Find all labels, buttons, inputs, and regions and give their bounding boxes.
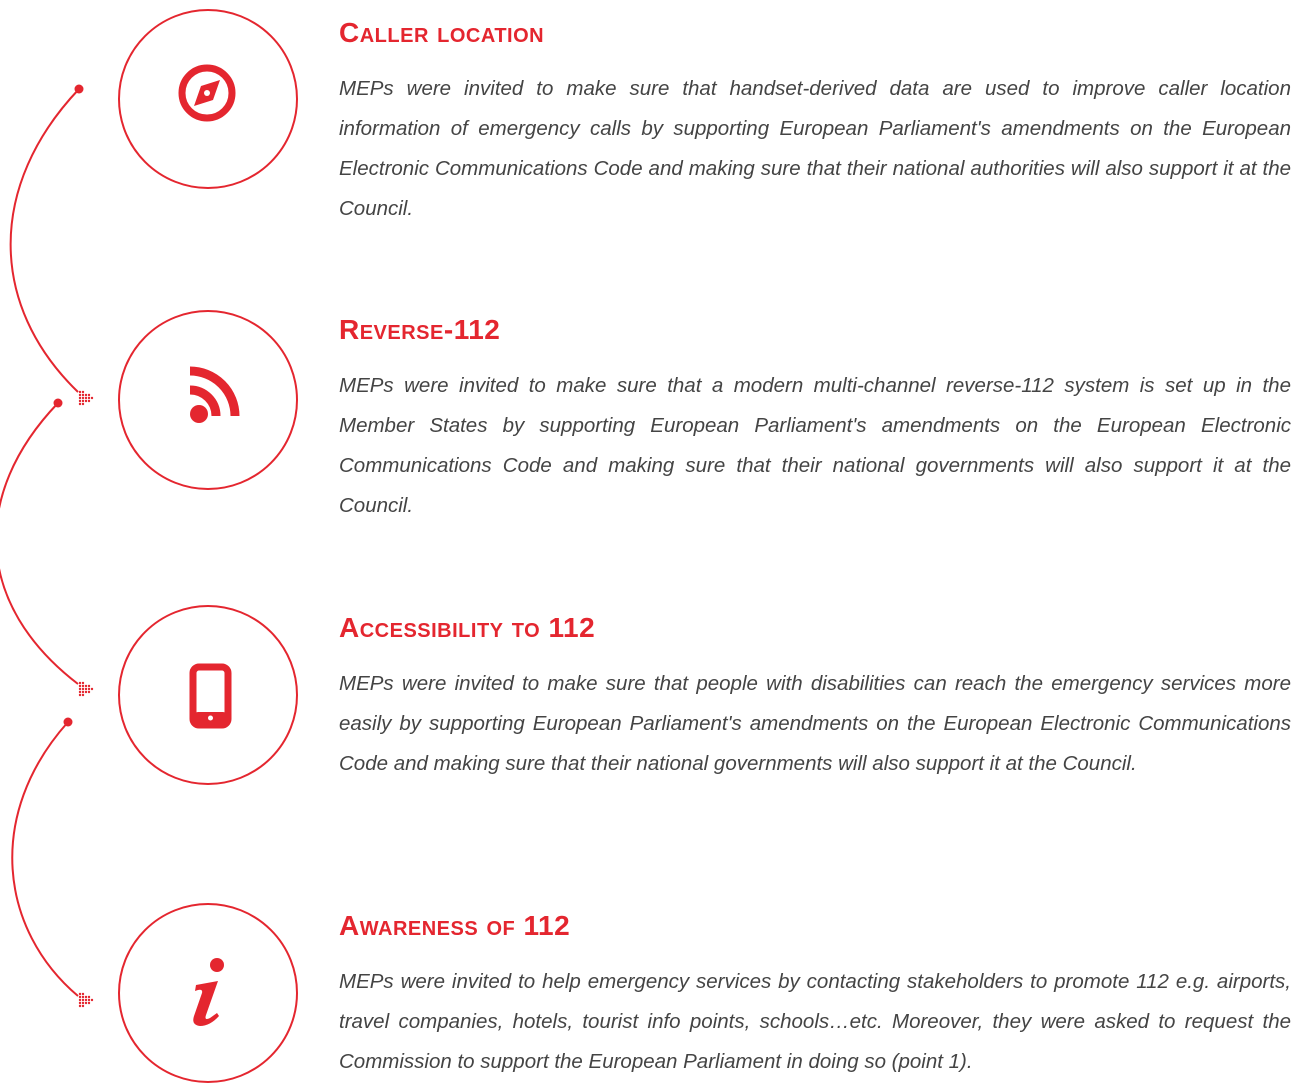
section-title: Caller location bbox=[339, 17, 545, 48]
section-description: MEPs were invited to help emergency serv… bbox=[339, 970, 1291, 1073]
section-title: Accessibility to 112 bbox=[339, 612, 596, 643]
connector-start-dot-1 bbox=[74, 84, 84, 94]
section-title: Reverse-112 bbox=[339, 314, 501, 345]
connector-curve-1 bbox=[9, 88, 80, 393]
compass-icon-circle bbox=[118, 9, 298, 189]
connector-start-dot-2 bbox=[53, 398, 63, 408]
compass-icon bbox=[178, 64, 236, 122]
info-icon-circle bbox=[118, 903, 298, 1083]
section-description: MEPs were invited to make sure that hand… bbox=[339, 77, 1291, 220]
connector-curve-3 bbox=[11, 721, 79, 997]
mobile-phone-icon bbox=[189, 663, 232, 729]
section-description: MEPs were invited to make sure that a mo… bbox=[339, 374, 1291, 517]
section-description: MEPs were invited to make sure that peop… bbox=[339, 672, 1291, 775]
connector-curve-2 bbox=[0, 402, 79, 685]
connector-arrowhead-2 bbox=[78, 681, 94, 697]
rss-feed-icon-circle bbox=[118, 310, 298, 490]
rss-feed-icon bbox=[189, 366, 240, 423]
connector-start-dot-3 bbox=[63, 717, 73, 727]
connector-arrowhead-3 bbox=[78, 992, 94, 1008]
connector-arrowhead-1 bbox=[78, 390, 94, 406]
section-title: Awareness of 112 bbox=[339, 910, 571, 941]
info-icon bbox=[193, 958, 224, 1026]
mobile-phone-icon-circle bbox=[118, 605, 298, 785]
